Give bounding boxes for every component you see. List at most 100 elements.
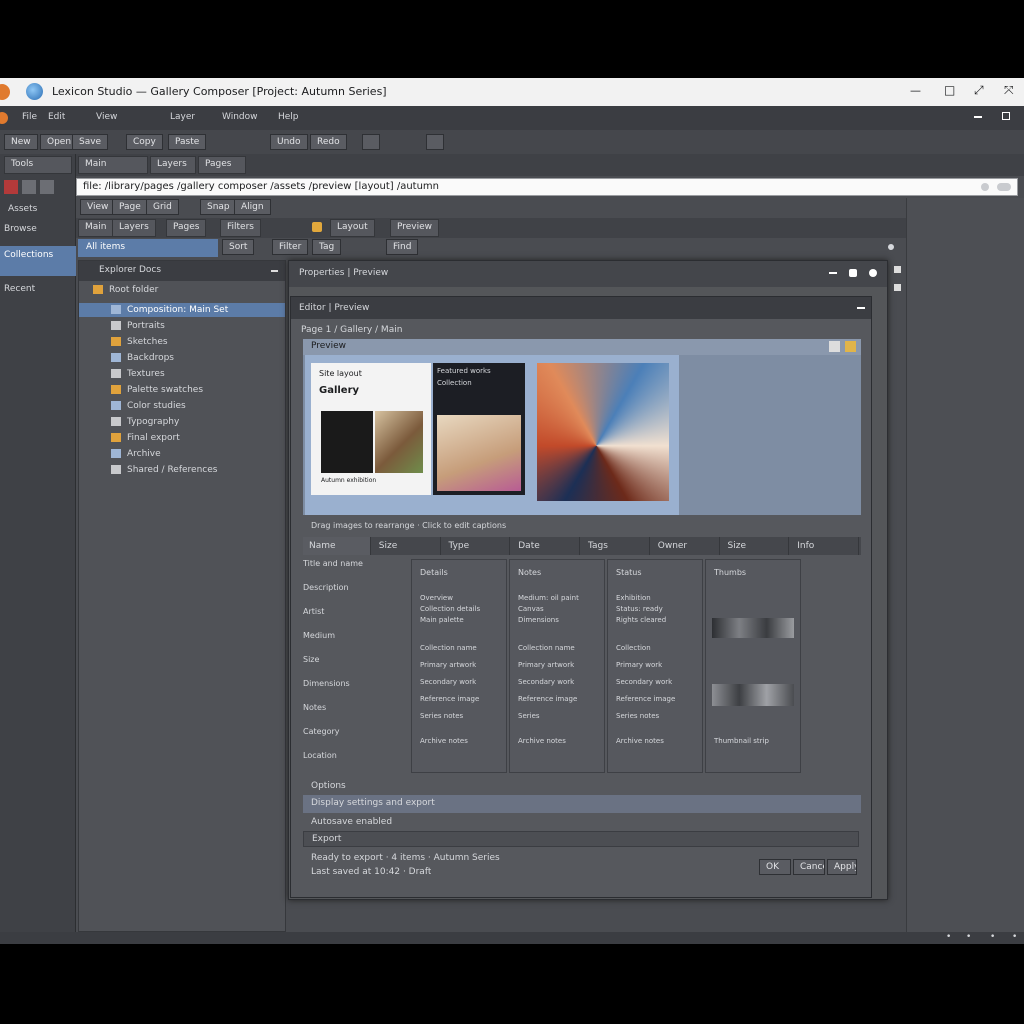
side-pin-icon[interactable] — [894, 266, 901, 273]
menu-help[interactable]: Help — [278, 112, 299, 122]
maximize-icon[interactable]: □ — [944, 83, 958, 97]
address-input[interactable]: file: /library/pages /gallery composer /… — [83, 181, 963, 192]
grid-cell[interactable]: Series — [518, 712, 600, 720]
outer-maximize-icon[interactable] — [849, 269, 857, 277]
grid-header-cell[interactable]: Type — [443, 537, 511, 555]
pen-icon[interactable] — [22, 180, 36, 194]
tree-item[interactable]: Portraits — [79, 319, 285, 333]
grid-cell[interactable]: Reference image — [616, 695, 698, 703]
tree-item[interactable]: Typography — [79, 415, 285, 429]
grid-cell[interactable]: Collection — [616, 644, 698, 652]
thumbnail-image[interactable] — [712, 684, 794, 706]
grid-cell[interactable]: Thumbnail strip — [714, 737, 796, 745]
inner-minimize-icon[interactable] — [857, 307, 865, 309]
explorer-header-docs[interactable]: Docs — [139, 265, 161, 275]
grid-header-cell[interactable]: Name — [303, 537, 371, 555]
record-icon[interactable] — [4, 180, 18, 194]
grid-cell[interactable]: Archive notes — [616, 737, 698, 745]
menu-layer[interactable]: Layer — [170, 112, 195, 122]
crop-icon[interactable] — [40, 180, 54, 194]
grid-cell[interactable]: Primary work — [616, 661, 698, 669]
menu-file[interactable]: File — [22, 112, 37, 122]
tab-pages[interactable]: Pages — [198, 156, 246, 174]
grid-cell[interactable]: Primary artwork — [518, 661, 600, 669]
restore-icon[interactable]: ⤢ — [974, 83, 988, 98]
ok-button[interactable]: OK — [759, 859, 791, 875]
grid-cell[interactable]: Secondary work — [616, 678, 698, 686]
filter-filter-button[interactable]: Filter — [272, 239, 309, 255]
address-bar[interactable]: file: /library/pages /gallery composer /… — [76, 178, 1018, 196]
filter-selected[interactable]: All items — [78, 239, 218, 257]
doc-minimize-icon[interactable] — [974, 116, 982, 118]
cancel-button[interactable]: Cancel — [793, 859, 825, 875]
toolbar-new-button[interactable]: New — [4, 134, 38, 150]
grid-column-title[interactable]: Status — [616, 568, 696, 577]
menu-edit[interactable]: Edit — [48, 112, 65, 122]
footer-export-field[interactable]: Export — [303, 831, 859, 847]
close-icon[interactable]: ⤧ — [1004, 83, 1018, 98]
filter-options-icon[interactable] — [888, 244, 894, 250]
grid-column-title[interactable]: Notes — [518, 568, 598, 577]
grid-header-cell[interactable]: Date — [512, 537, 580, 555]
side-expand-icon[interactable] — [894, 284, 901, 291]
favorite-icon[interactable] — [312, 222, 322, 232]
sub-view-button[interactable]: View — [80, 199, 116, 215]
view-tab-layers[interactable]: Layers — [112, 219, 156, 237]
status-icon-2[interactable]: • — [966, 932, 971, 942]
grid-cell[interactable]: Series notes — [616, 712, 698, 720]
tab-main[interactable]: Main — [78, 156, 148, 174]
grid-column-title[interactable]: Details — [420, 568, 500, 577]
grid-cell[interactable]: Secondary work — [518, 678, 600, 686]
view-tab-main[interactable]: Main — [78, 219, 114, 237]
outer-close-icon[interactable] — [869, 269, 877, 277]
grid-header-cell[interactable]: Size — [373, 537, 441, 555]
left-item-collections[interactable]: Collections — [0, 246, 76, 276]
toolbar-settings-icon[interactable] — [426, 134, 444, 150]
grid-header-cell[interactable]: Tags — [582, 537, 650, 555]
view-tab-filters[interactable]: Filters — [220, 219, 261, 237]
sub-grid-button[interactable]: Grid — [146, 199, 179, 215]
tree-item[interactable]: Palette swatches — [79, 383, 285, 397]
outer-minimize-icon[interactable] — [829, 272, 837, 274]
grid-cell[interactable]: Collection name — [420, 644, 502, 652]
grid-cell[interactable]: Archive notes — [518, 737, 600, 745]
thumbnail-image[interactable] — [712, 618, 794, 638]
tree-item[interactable]: Final export — [79, 431, 285, 445]
status-icon-1[interactable]: • — [946, 932, 951, 942]
toolbar-paste-button[interactable]: Paste — [168, 134, 207, 150]
grid-cell[interactable]: Reference image — [420, 695, 502, 703]
grid-cell[interactable]: Archive notes — [420, 737, 502, 745]
menu-window[interactable]: Window — [222, 112, 258, 122]
view-tab-layout[interactable]: Layout — [330, 219, 375, 237]
status-icon-4[interactable]: • — [1012, 932, 1017, 942]
card-site-layout[interactable]: Site layout Gallery Autumn exhibition — [311, 363, 431, 495]
artwork-abstract-image[interactable] — [537, 363, 669, 501]
left-item-recent[interactable]: Recent — [0, 284, 76, 294]
grid-header-cell[interactable]: Owner — [652, 537, 720, 555]
grid-cell[interactable]: Primary artwork — [420, 661, 502, 669]
filter-find-button[interactable]: Find — [386, 239, 419, 255]
bookmark-icon[interactable] — [997, 183, 1011, 191]
explorer-collapse-icon[interactable] — [271, 270, 278, 272]
toolbar-redo-button[interactable]: Redo — [310, 134, 347, 150]
grid-header-cell[interactable]: Size — [722, 537, 790, 555]
apply-button[interactable]: Apply — [827, 859, 857, 875]
tree-item[interactable]: Composition: Main Set — [79, 303, 285, 317]
grid-column-title[interactable]: Thumbs — [714, 568, 794, 577]
filter-sort-button[interactable]: Sort — [222, 239, 255, 255]
tree-item[interactable]: Shared / References — [79, 463, 285, 477]
grid-cell[interactable]: Reference image — [518, 695, 600, 703]
minimize-icon[interactable]: — — [910, 84, 924, 97]
card-featured[interactable]: Featured works Collection — [433, 363, 525, 495]
tree-item[interactable]: Backdrops — [79, 351, 285, 365]
view-tab-preview[interactable]: Preview — [390, 219, 440, 237]
sub-align-button[interactable]: Align — [234, 199, 271, 215]
tree-item[interactable]: Archive — [79, 447, 285, 461]
tree-item[interactable]: Root folder — [79, 283, 285, 297]
preview-settings-icon[interactable] — [829, 341, 840, 352]
grid-header-cell[interactable]: Info — [791, 537, 859, 555]
tab-layers[interactable]: Layers — [150, 156, 196, 174]
status-icon-3[interactable]: • — [990, 932, 995, 942]
grid-cell[interactable]: Secondary work — [420, 678, 502, 686]
filter-tag-button[interactable]: Tag — [312, 239, 342, 255]
